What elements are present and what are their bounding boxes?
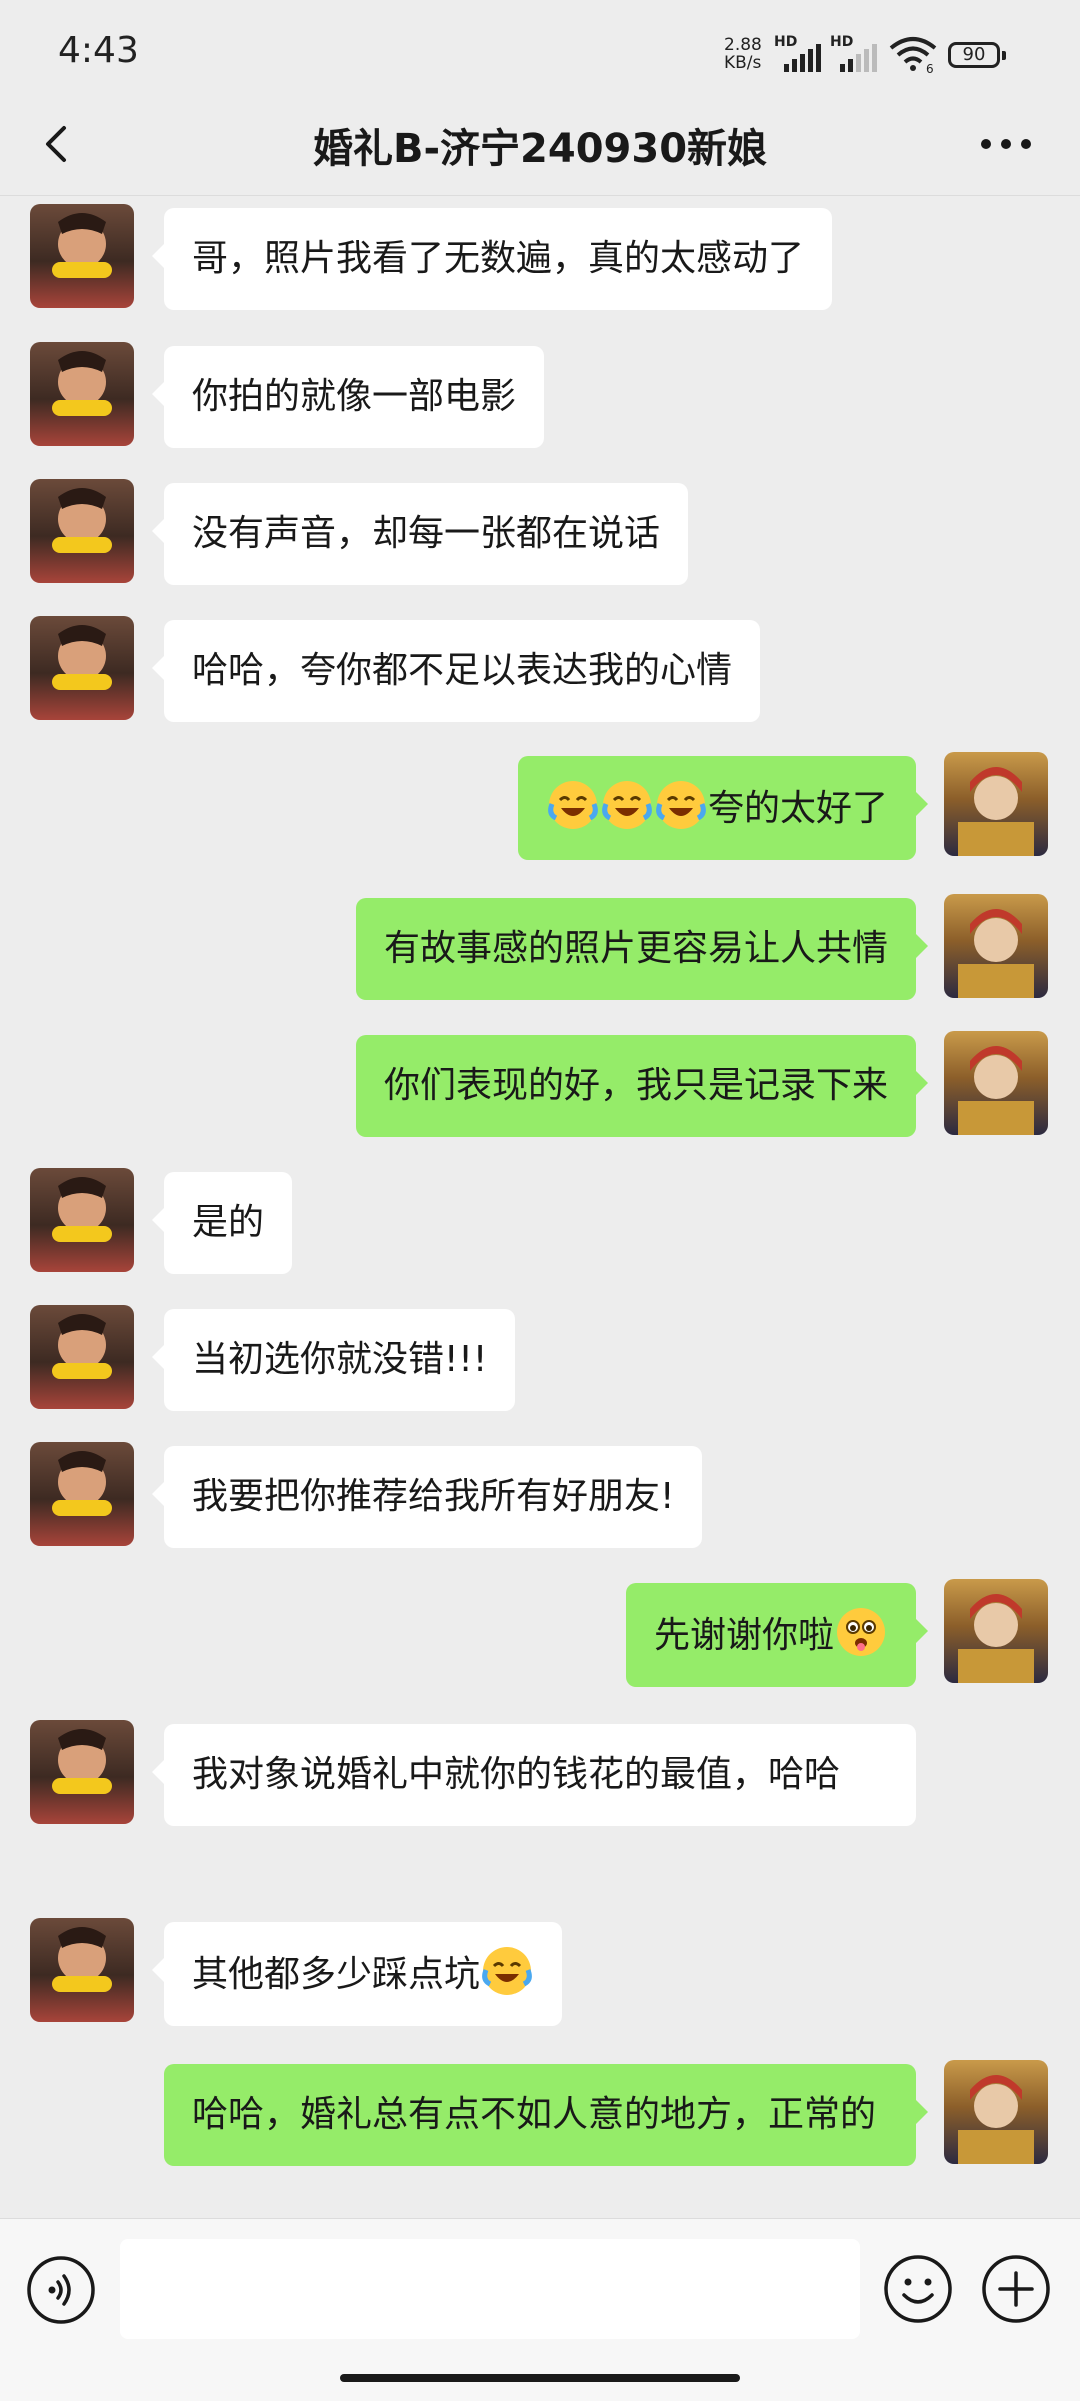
voice-input-button[interactable] [26,2255,96,2325]
message-bubble[interactable]: 哈哈，婚礼总有点不如人意的地方，正常的 [164,2064,928,2166]
status-time: 4:43 [58,30,139,71]
message-bubble[interactable]: 是的 [151,1172,293,1274]
avatar-self[interactable] [944,752,1048,856]
header-divider [0,195,1080,196]
more-actions-button[interactable] [980,2253,1052,2325]
status-bar: 4:43 2.88 KB/s HD HD 6 90 [0,0,1080,110]
chat-title: 婚礼B-济宁240930新娘 [312,126,768,172]
voice-icon [27,2256,95,2324]
message-bubble[interactable]: 有故事感的照片更容易让人共情 [355,898,929,1000]
avatar-self[interactable] [944,1579,1048,1683]
message-bubble[interactable]: 哥，照片我看了无数遍，真的太感动了 [151,208,833,310]
message-bubble[interactable]: 先谢谢你啦 [625,1583,929,1687]
avatar-self[interactable] [944,894,1048,998]
message-bubble[interactable]: 你拍的就像一部电影 [151,346,545,448]
avatar-contact[interactable] [30,1720,134,1824]
avatar-self[interactable] [944,2060,1048,2164]
message-bubble[interactable]: 夸的太好了 [517,756,929,860]
message-bubble[interactable]: 其他都多少踩点坑 [151,1922,563,2026]
avatar-contact[interactable] [30,1168,134,1272]
message-bubble[interactable]: 我对象说婚礼中就你的钱花的最值，哈哈 [152,1724,916,1826]
message-bubble[interactable]: 没有声音，却每一张都在说话 [151,483,689,585]
avatar-contact[interactable] [30,479,134,583]
avatar-contact[interactable] [30,616,134,720]
avatar-contact[interactable] [30,1918,134,2022]
smiley-icon [884,2255,952,2323]
home-indicator[interactable] [340,2374,740,2382]
avatar-contact[interactable] [30,1305,134,1409]
avatar-self[interactable] [944,1031,1048,1135]
laugh-cry-emoji-icon [548,781,598,829]
battery-indicator: 90 [948,42,1006,68]
network-speed: 2.88 KB/s [724,35,762,73]
laugh-cry-emoji-icon [482,1947,532,1995]
message-bubble[interactable]: 当初选你就没错!!! [151,1309,516,1411]
emoji-button[interactable] [882,2253,954,2325]
laugh-cry-emoji-icon [656,781,706,829]
message-bubble[interactable]: 我要把你推荐给我所有好朋友! [151,1446,703,1548]
avatar-contact[interactable] [30,342,134,446]
more-options-button[interactable] [978,132,1034,156]
message-input[interactable] [120,2239,860,2339]
wifi-icon: 6 [888,36,938,76]
avatar-contact[interactable] [30,1442,134,1546]
avatar-contact[interactable] [30,204,134,308]
chat-header: 婚礼B-济宁240930新娘 [0,100,1080,190]
plus-icon [982,2255,1050,2323]
pleading-tongue-emoji-icon [837,1608,885,1656]
more-dots-icon [981,139,1031,149]
message-bubble[interactable]: 你们表现的好，我只是记录下来 [355,1035,929,1137]
message-bubble[interactable]: 哈哈，夸你都不足以表达我的心情 [151,620,761,722]
laugh-cry-emoji-icon [602,781,652,829]
